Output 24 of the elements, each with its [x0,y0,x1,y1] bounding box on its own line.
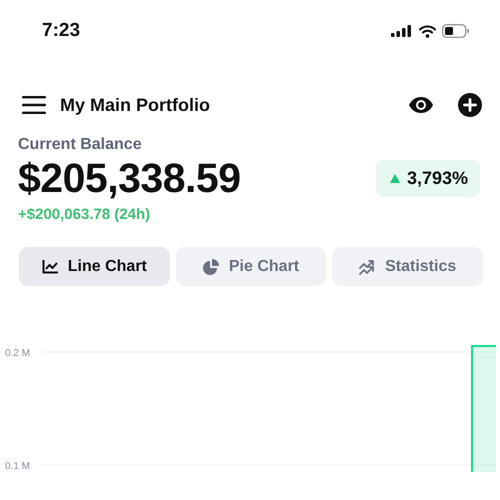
percent-change: 3,793% [406,168,468,189]
change-24h: +$200,063.78 (24h) [18,206,152,223]
y-axis-label: 0.1 M [5,461,30,472]
wifi-icon [419,24,436,38]
menu-icon [22,96,46,114]
battery-icon [442,24,470,38]
status-time: 7:23 [42,20,80,42]
portfolio-title[interactable]: My Main Portfolio [60,94,210,116]
trend-arrows-icon [359,258,376,274]
menu-button[interactable] [22,96,46,114]
visibility-button[interactable] [408,96,434,114]
line-chart-icon [42,260,58,274]
add-button[interactable] [458,93,482,117]
signal-icon [391,25,413,37]
balance-label: Current Balance [18,136,143,154]
view-tab[interactable]: Line Chart [19,247,170,286]
balance-amount: $205,338.59 [18,155,241,202]
y-axis-label: 0.2 M [5,348,30,359]
view-tab[interactable]: Statistics [332,247,484,286]
view-tab[interactable]: Pie Chart [176,247,326,286]
eye-icon [408,96,434,114]
add-icon [458,93,482,117]
up-triangle-icon [390,174,400,183]
pie-chart-icon [202,258,219,274]
